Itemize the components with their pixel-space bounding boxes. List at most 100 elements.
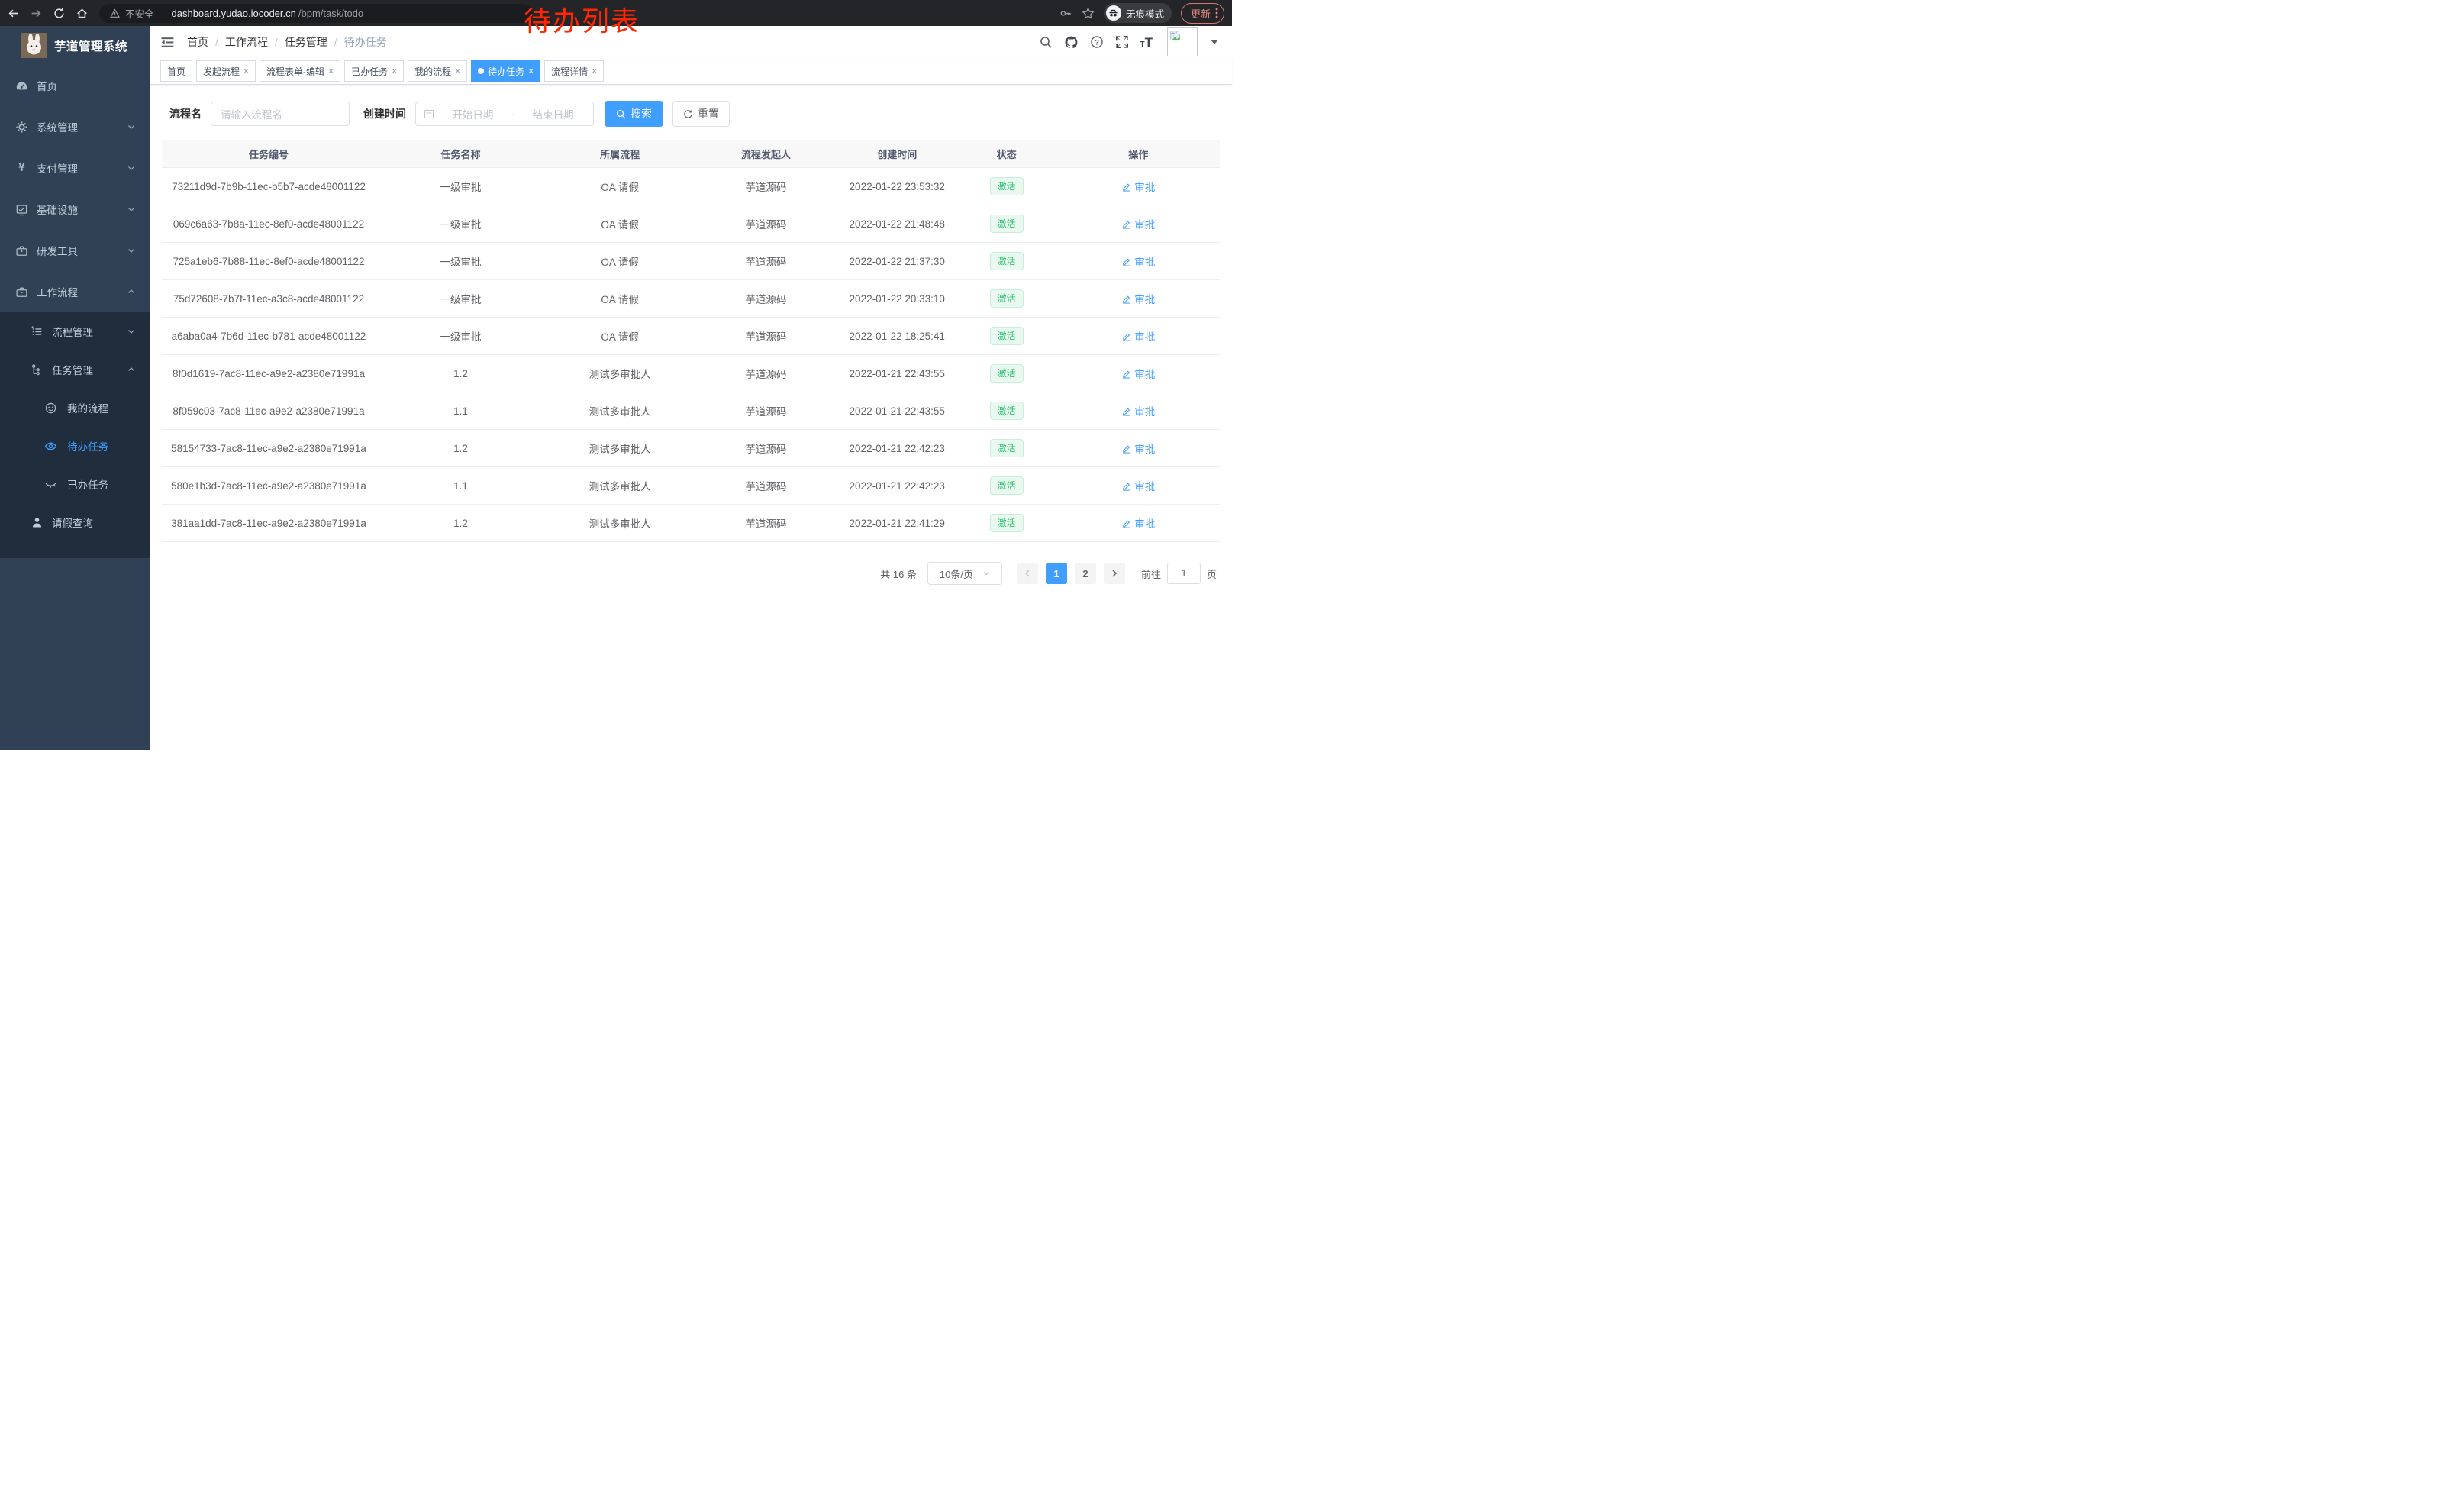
close-icon[interactable]: × bbox=[455, 66, 460, 76]
edit-pen-icon bbox=[1121, 444, 1131, 454]
table-row: 381aa1dd-7ac8-11ec-a9e2-a2380e71991a 1.2… bbox=[162, 505, 1220, 542]
update-button[interactable]: 更新 bbox=[1181, 3, 1224, 24]
approve-link[interactable]: 审批 bbox=[1121, 328, 1155, 344]
approve-link[interactable]: 审批 bbox=[1121, 478, 1155, 493]
sidebar-item-payment[interactable]: ¥ 支付管理 bbox=[0, 147, 150, 189]
search-button[interactable]: 搜索 bbox=[605, 101, 663, 127]
key-icon[interactable] bbox=[1059, 7, 1072, 20]
pagination: 共 16 条 10条/页 1 2 前往 1 页 bbox=[150, 562, 1217, 585]
sidebar-item-todo-tasks[interactable]: 待办任务 bbox=[0, 427, 150, 465]
approve-link[interactable]: 审批 bbox=[1121, 291, 1155, 306]
chevron-down-icon bbox=[127, 205, 136, 214]
date-range-picker[interactable]: 开始日期 - 结束日期 bbox=[415, 102, 594, 126]
chevron-up-icon bbox=[127, 365, 136, 374]
sidebar-item-leave-query[interactable]: 请假查询 bbox=[0, 503, 150, 541]
breadcrumb-task-mgmt[interactable]: 任务管理 bbox=[285, 34, 327, 50]
list-icon bbox=[31, 325, 44, 338]
browser-menu-icon[interactable] bbox=[1215, 8, 1218, 18]
approve-link[interactable]: 审批 bbox=[1121, 366, 1155, 381]
sidebar-item-done-tasks[interactable]: 已办任务 bbox=[0, 465, 150, 503]
close-icon[interactable]: × bbox=[243, 66, 249, 76]
sidebar-item-infra[interactable]: 基础设施 bbox=[0, 189, 150, 230]
hamburger-icon[interactable] bbox=[160, 35, 175, 50]
tab-process-form-edit[interactable]: 流程表单-编辑× bbox=[260, 60, 340, 82]
approve-link[interactable]: 审批 bbox=[1121, 253, 1155, 269]
approve-link[interactable]: 审批 bbox=[1121, 515, 1155, 531]
tab-start-process[interactable]: 发起流程× bbox=[196, 60, 256, 82]
sidebar-item-system[interactable]: 系统管理 bbox=[0, 106, 150, 147]
page-button-2[interactable]: 2 bbox=[1075, 563, 1096, 584]
col-task-name: 任务名称 bbox=[376, 147, 546, 161]
forward-icon[interactable] bbox=[26, 3, 46, 23]
edit-pen-icon bbox=[1121, 406, 1131, 416]
eye-open-icon bbox=[44, 440, 57, 453]
sidebar: 芋道管理系统 首页 系统管理 ¥ 支付管理 基础设施 研发工具 工作流程 流程管… bbox=[0, 26, 150, 750]
sidebar-item-workflow[interactable]: 工作流程 bbox=[0, 271, 150, 312]
fullscreen-icon[interactable] bbox=[1115, 35, 1129, 49]
col-status: 状态 bbox=[956, 147, 1057, 161]
help-icon[interactable]: ? bbox=[1090, 35, 1104, 49]
table-row: 8f0d1619-7ac8-11ec-a9e2-a2380e71991a 1.2… bbox=[162, 355, 1220, 392]
eye-closed-icon bbox=[44, 478, 57, 491]
status-badge: 激活 bbox=[990, 476, 1024, 495]
start-date-placeholder[interactable]: 开始日期 bbox=[440, 106, 505, 121]
reload-icon[interactable] bbox=[49, 3, 69, 23]
close-icon[interactable]: × bbox=[328, 66, 334, 76]
tab-my-process[interactable]: 我的流程× bbox=[408, 60, 467, 82]
breadcrumb-home[interactable]: 首页 bbox=[187, 34, 208, 50]
edit-pen-icon bbox=[1121, 518, 1131, 528]
close-icon[interactable]: × bbox=[592, 66, 597, 76]
approve-link[interactable]: 审批 bbox=[1121, 403, 1155, 418]
chevron-down-icon bbox=[127, 163, 136, 173]
next-page-button[interactable] bbox=[1104, 563, 1125, 584]
status-badge: 激活 bbox=[990, 289, 1024, 308]
table-row: 580e1b3d-7ac8-11ec-a9e2-a2380e71991a 1.1… bbox=[162, 467, 1220, 505]
process-name-input[interactable]: 请输入流程名 bbox=[211, 102, 350, 126]
address-bar[interactable]: 不安全 dashboard.yudao.iocoder.cn/bpm/task/… bbox=[99, 4, 533, 23]
sidebar-item-task-mgmt[interactable]: 任务管理 bbox=[0, 350, 150, 389]
close-icon[interactable]: × bbox=[528, 66, 534, 76]
end-date-placeholder[interactable]: 结束日期 bbox=[521, 106, 585, 121]
sidebar-item-process-mgmt[interactable]: 流程管理 bbox=[0, 312, 150, 350]
goto-label: 前往 bbox=[1141, 567, 1161, 581]
goto-page-input[interactable]: 1 bbox=[1167, 563, 1201, 584]
back-icon[interactable] bbox=[3, 3, 23, 23]
breadcrumb: 首页 / 工作流程 / 任务管理 / 待办任务 bbox=[187, 34, 387, 50]
reset-button[interactable]: 重置 bbox=[672, 101, 730, 127]
tab-process-detail[interactable]: 流程详情× bbox=[544, 60, 604, 82]
prev-page-button[interactable] bbox=[1017, 563, 1038, 584]
close-icon[interactable]: × bbox=[392, 66, 397, 76]
security-label[interactable]: 不安全 bbox=[125, 6, 154, 21]
sidebar-item-home[interactable]: 首页 bbox=[0, 65, 150, 106]
bookmark-star-icon[interactable] bbox=[1082, 7, 1095, 20]
approve-link[interactable]: 审批 bbox=[1121, 441, 1155, 456]
status-badge: 激活 bbox=[990, 514, 1024, 532]
svg-text:?: ? bbox=[1095, 39, 1099, 47]
avatar-caret-icon[interactable] bbox=[1211, 40, 1218, 44]
not-secure-warning-icon bbox=[110, 8, 120, 18]
col-process: 所属流程 bbox=[546, 147, 694, 161]
tree-icon bbox=[31, 363, 44, 376]
tab-done-tasks[interactable]: 已办任务× bbox=[344, 60, 404, 82]
page-size-select[interactable]: 10条/页 bbox=[927, 562, 1002, 585]
github-icon[interactable] bbox=[1064, 35, 1079, 50]
search-icon[interactable] bbox=[1039, 35, 1053, 49]
search-icon bbox=[616, 109, 626, 119]
workflow-icon bbox=[15, 286, 28, 299]
home-icon[interactable] bbox=[72, 3, 92, 23]
tab-todo-tasks[interactable]: 待办任务× bbox=[471, 60, 540, 82]
chevron-down-icon bbox=[127, 246, 136, 255]
approve-link[interactable]: 审批 bbox=[1121, 216, 1155, 231]
table-row: 069c6a63-7b8a-11ec-8ef0-acde48001122 一级审… bbox=[162, 205, 1220, 243]
sidebar-item-my-process[interactable]: 我的流程 bbox=[0, 389, 150, 427]
font-size-icon[interactable]: TT bbox=[1140, 36, 1153, 49]
breadcrumb-workflow[interactable]: 工作流程 bbox=[225, 34, 268, 50]
avatar[interactable] bbox=[1167, 27, 1198, 56]
page-button-1[interactable]: 1 bbox=[1046, 563, 1067, 584]
col-starter: 流程发起人 bbox=[694, 147, 837, 161]
sidebar-item-devtools[interactable]: 研发工具 bbox=[0, 230, 150, 271]
col-actions: 操作 bbox=[1057, 147, 1220, 161]
tab-home[interactable]: 首页 bbox=[160, 60, 192, 82]
approve-link[interactable]: 审批 bbox=[1121, 179, 1155, 194]
logo[interactable]: 芋道管理系统 bbox=[0, 26, 150, 65]
